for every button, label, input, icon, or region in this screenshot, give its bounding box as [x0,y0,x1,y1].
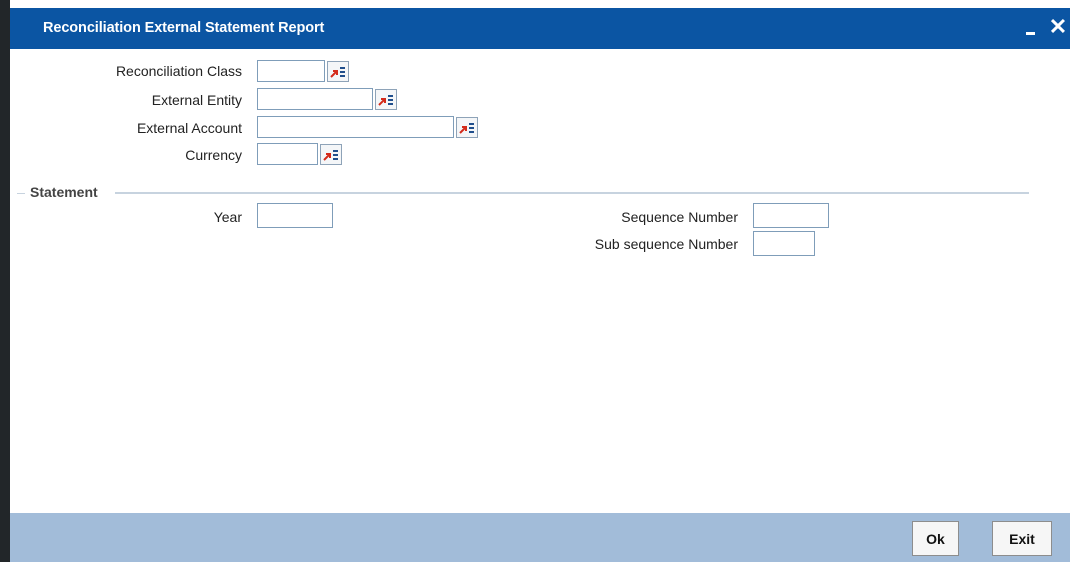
footer-bar: Ok Exit [10,513,1070,562]
currency-label: Currency [185,147,242,163]
window-title: Reconciliation External Statement Report [43,20,325,36]
minimize-icon[interactable] [1022,21,1040,37]
close-icon[interactable]: ✕ [1048,16,1068,38]
currency-input[interactable] [257,143,318,165]
statement-section-dash [17,193,25,194]
reconciliation-class-lov-icon[interactable] [327,61,349,82]
sub-sequence-number-label: Sub sequence Number [594,236,738,252]
report-window: Reconciliation External Statement Report… [0,0,1070,562]
year-input[interactable] [257,203,333,228]
external-entity-input[interactable] [257,88,373,110]
exit-button[interactable]: Exit [992,521,1052,556]
year-label: Year [213,209,242,225]
statement-section-divider [115,192,1029,194]
external-entity-label: External Entity [151,92,242,108]
title-bar: Reconciliation External Statement Report… [10,8,1070,49]
external-entity-lov-icon[interactable] [375,89,397,110]
currency-lov-icon[interactable] [320,144,342,165]
reconciliation-class-label: Reconciliation Class [115,63,242,79]
external-account-lov-icon[interactable] [456,117,478,138]
ok-button[interactable]: Ok [912,521,959,556]
sub-sequence-number-input[interactable] [753,231,815,256]
statement-section-title: Statement [30,184,98,200]
sequence-number-label: Sequence Number [621,209,738,225]
sequence-number-input[interactable] [753,203,829,228]
window-left-border [0,0,10,562]
reconciliation-class-input[interactable] [257,60,325,82]
external-account-label: External Account [136,120,242,136]
external-account-input[interactable] [257,116,454,138]
